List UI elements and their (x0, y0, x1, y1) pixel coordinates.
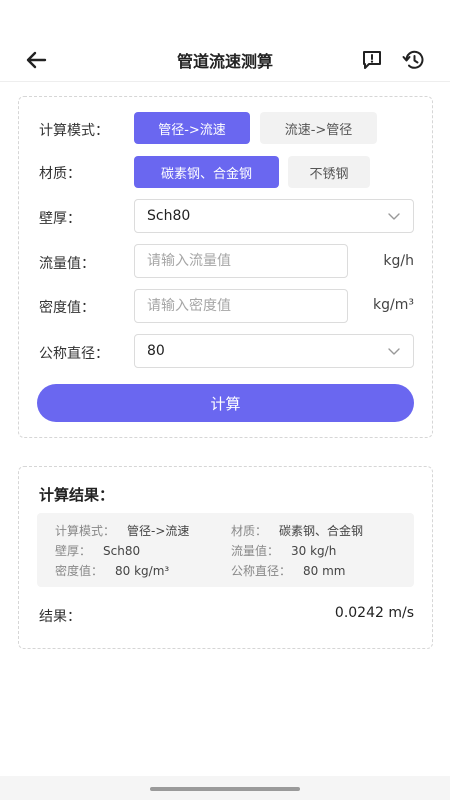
home-indicator[interactable] (150, 787, 300, 791)
summary-key: 公称直径： (231, 564, 292, 578)
summary-value: Sch80 (103, 544, 141, 558)
mode-option-diameter-to-velocity[interactable]: 管径->流速 (134, 112, 250, 144)
summary-value: 碳素钢、合金钢 (279, 524, 364, 538)
nominal-diameter-select[interactable]: 80 (134, 334, 414, 368)
summary-flow: 流量值： 30 kg/h (231, 542, 336, 559)
summary-key: 材质： (231, 524, 268, 538)
chevron-down-icon (388, 348, 400, 355)
density-unit: kg/m³ (373, 297, 414, 313)
summary-material: 材质： 碳素钢、合金钢 (231, 522, 363, 539)
feedback-icon (363, 51, 381, 69)
result-title: 计算结果： (39, 486, 115, 504)
result-value: 0.0242 m/s (334, 605, 414, 621)
result-card: 计算结果： 计算模式： 管径->流速 材质： 碳素钢、合金钢 壁厚： Sch80 流量… (18, 466, 433, 649)
density-input[interactable] (134, 289, 348, 323)
summary-value: 80 kg/m³ (115, 564, 170, 578)
flow-label: 流量值： (39, 256, 95, 272)
feedback-button[interactable] (359, 47, 385, 73)
mode-option-velocity-to-diameter[interactable]: 流速->管径 (260, 112, 377, 144)
nominal-diameter-value: 80 (147, 343, 165, 359)
diameter-label: 公称直径： (39, 346, 109, 362)
summary-key: 壁厚： (55, 544, 92, 558)
material-option-stainless-steel[interactable]: 不锈钢 (288, 156, 370, 188)
summary-wall: 壁厚： Sch80 (55, 542, 140, 559)
history-icon (402, 50, 424, 69)
flow-input[interactable] (134, 244, 348, 278)
chevron-down-icon (388, 213, 400, 220)
wall-label: 壁厚： (39, 211, 81, 227)
summary-mode: 计算模式： 管径->流速 (55, 522, 189, 539)
calculation-form-card: 计算模式： 管径->流速 流速->管径 材质： 碳素钢、合金钢 不锈钢 壁厚： … (18, 96, 433, 438)
summary-key: 流量值： (231, 544, 280, 558)
flow-unit: kg/h (383, 253, 414, 269)
summary-diameter: 公称直径： 80 mm (231, 562, 345, 579)
system-navigation-bar (0, 776, 450, 800)
result-label: 结果： (39, 609, 81, 625)
wall-thickness-value: Sch80 (147, 208, 191, 224)
header-bar: 管道流速测算 (0, 0, 450, 82)
history-button[interactable] (401, 47, 427, 73)
calculate-button[interactable]: 计算 (37, 384, 414, 422)
material-label: 材质： (39, 166, 81, 182)
mode-label: 计算模式： (39, 123, 109, 139)
summary-key: 密度值： (55, 564, 104, 578)
summary-density: 密度值： 80 kg/m³ (55, 562, 169, 579)
summary-value: 80 mm (303, 564, 346, 578)
summary-key: 计算模式： (55, 524, 116, 538)
result-summary-box: 计算模式： 管径->流速 材质： 碳素钢、合金钢 壁厚： Sch80 流量值： 30 k… (37, 513, 414, 587)
density-label: 密度值： (39, 300, 95, 316)
summary-value: 管径->流速 (127, 524, 190, 538)
summary-value: 30 kg/h (291, 544, 337, 558)
material-option-carbon-alloy-steel[interactable]: 碳素钢、合金钢 (134, 156, 279, 188)
wall-thickness-select[interactable]: Sch80 (134, 199, 414, 233)
